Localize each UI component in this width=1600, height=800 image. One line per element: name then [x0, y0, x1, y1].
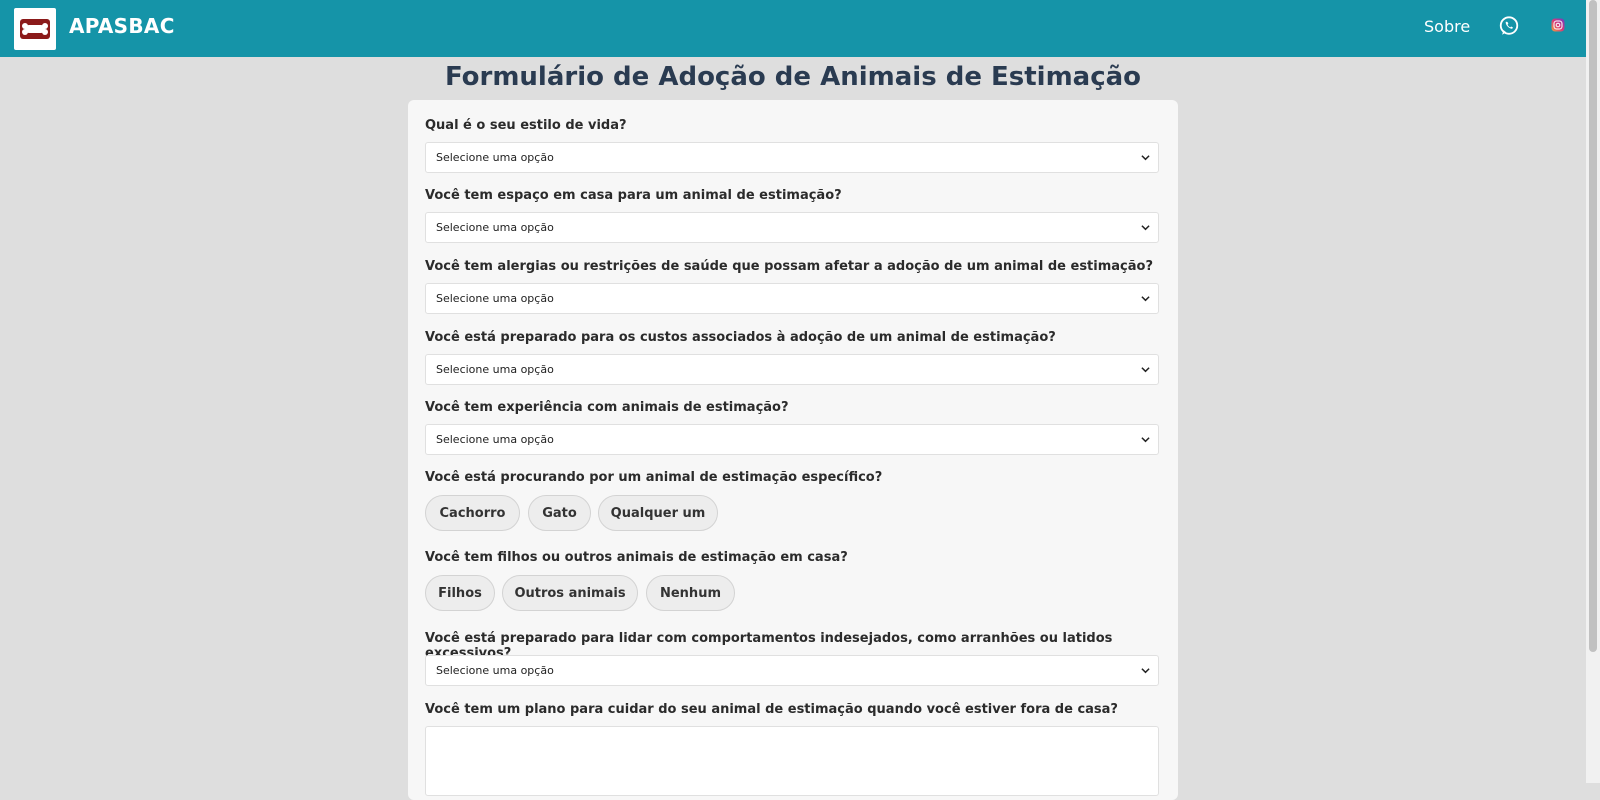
- instagram-icon[interactable]: [1551, 18, 1565, 32]
- select-value: Selecione uma opção: [436, 292, 554, 305]
- scrollbar-thumb[interactable]: [1589, 0, 1597, 652]
- option-button-filhos[interactable]: Filhos: [425, 575, 495, 611]
- question-label-experience: Você tem experiência com animais de esti…: [425, 400, 789, 415]
- option-button-nenhum[interactable]: Nenhum: [646, 575, 735, 611]
- page-title: Formulário de Adoção de Animais de Estim…: [444, 62, 1142, 92]
- select-value: Selecione uma opção: [436, 363, 554, 376]
- question-label-costs: Você está preparado para os custos assoc…: [425, 330, 1056, 345]
- select-behaviors[interactable]: Selecione uma opção: [425, 655, 1159, 686]
- question-label-care-plan: Você tem um plano para cuidar do seu ani…: [425, 702, 1118, 717]
- option-button-qualquer-um[interactable]: Qualquer um: [598, 495, 718, 531]
- select-value: Selecione uma opção: [436, 433, 554, 446]
- select-costs[interactable]: Selecione uma opção: [425, 354, 1159, 385]
- chevron-down-icon: [1141, 155, 1150, 161]
- select-value: Selecione uma opção: [436, 221, 554, 234]
- select-lifestyle[interactable]: Selecione uma opção: [425, 142, 1159, 173]
- select-space[interactable]: Selecione uma opção: [425, 212, 1159, 243]
- select-experience[interactable]: Selecione uma opção: [425, 424, 1159, 455]
- page-scrollbar[interactable]: [1586, 0, 1600, 783]
- chevron-down-icon: [1141, 437, 1150, 443]
- textarea-care-plan[interactable]: [425, 726, 1159, 796]
- question-label-space: Você tem espaço em casa para um animal d…: [425, 188, 842, 203]
- logo-image: [20, 19, 50, 39]
- chevron-down-icon: [1141, 668, 1150, 674]
- option-button-cachorro[interactable]: Cachorro: [425, 495, 520, 531]
- select-value: Selecione uma opção: [436, 151, 554, 164]
- option-button-outros-animais[interactable]: Outros animais: [502, 575, 638, 611]
- question-label-lifestyle: Qual é o seu estilo de vida?: [425, 118, 627, 133]
- brand-name[interactable]: APASBAC: [69, 14, 175, 38]
- chevron-down-icon: [1141, 225, 1150, 231]
- option-button-gato[interactable]: Gato: [528, 495, 591, 531]
- nav-link-sobre[interactable]: Sobre: [1424, 17, 1470, 36]
- chevron-down-icon: [1141, 296, 1150, 302]
- adoption-form: Qual é o seu estilo de vida? Selecione u…: [408, 100, 1178, 800]
- chevron-down-icon: [1141, 367, 1150, 373]
- question-label-specific-pet: Você está procurando por um animal de es…: [425, 470, 883, 485]
- top-navbar: APASBAC Sobre: [0, 0, 1586, 57]
- select-allergies[interactable]: Selecione uma opção: [425, 283, 1159, 314]
- question-label-household: Você tem filhos ou outros animais de est…: [425, 550, 848, 565]
- logo[interactable]: [14, 8, 56, 50]
- question-label-allergies: Você tem alergias ou restrições de saúde…: [425, 259, 1153, 274]
- whatsapp-icon[interactable]: [1498, 15, 1520, 37]
- select-value: Selecione uma opção: [436, 664, 554, 677]
